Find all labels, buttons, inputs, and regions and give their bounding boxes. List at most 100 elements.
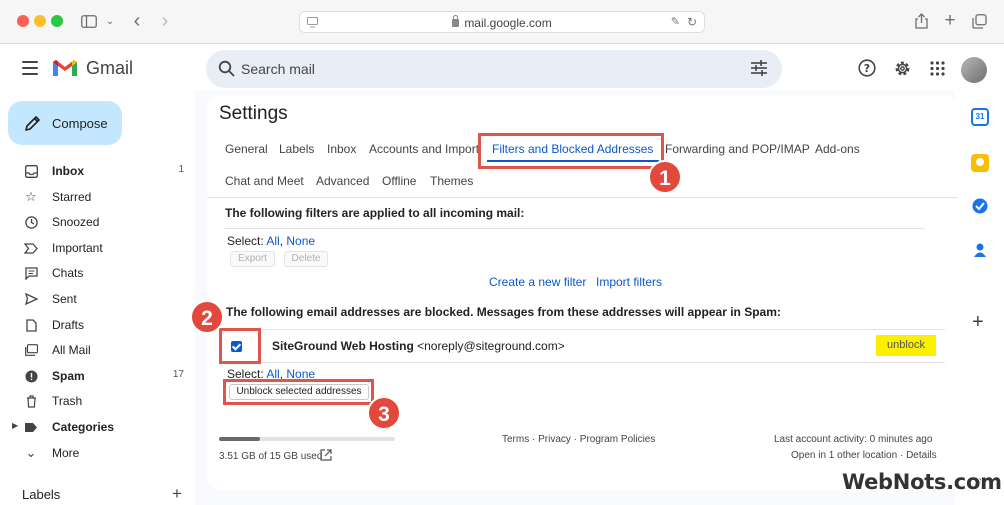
tab-offline[interactable]: Offline [382,174,416,188]
tab-general[interactable]: General [225,142,268,156]
select-none-link[interactable]: None [286,234,315,248]
close-window-button[interactable] [17,15,29,27]
storage-bar [219,437,395,441]
sidebar-item-drafts[interactable]: Drafts [0,314,200,336]
tab-advanced[interactable]: Advanced [316,174,369,188]
tab-accounts-and-import[interactable]: Accounts and Import [369,142,479,156]
page-title: Settings [219,103,288,124]
forward-icon[interactable]: › [154,10,176,32]
create-filter-link[interactable]: Create a new filter [489,275,586,289]
help-icon[interactable]: ? [857,58,877,78]
sidebar-item-important[interactable]: Important [0,237,200,259]
filters-divider [225,228,925,229]
sidebar-item-all-mail[interactable]: All Mail [0,339,200,361]
import-filters-link[interactable]: Import filters [596,275,662,289]
last-activity-text: Last account activity: 0 minutes ago [774,434,933,445]
export-button[interactable]: Export [230,251,275,267]
tabs-divider [207,197,958,198]
select-all-link[interactable]: All [266,234,279,248]
address-bar[interactable]: mail.google.com ✎ ↻ [299,11,705,33]
blocked-sender-name: SiteGround Web Hosting [272,339,414,353]
inbox-icon [24,164,38,178]
svg-text:?: ? [864,62,870,75]
draft-icon [24,318,38,332]
search-input[interactable]: Search mail [241,61,315,77]
sidebar-toggle-icon[interactable] [78,10,100,32]
sidebar-item-trash[interactable]: Trash [0,390,200,412]
translate-icon[interactable]: ✎ [671,15,680,28]
apps-grid-icon[interactable] [927,58,947,78]
account-avatar[interactable] [961,57,987,83]
tab-inbox[interactable]: Inbox [327,142,356,156]
sidebar-item-starred[interactable]: ☆ Starred [0,186,200,208]
gmail-logo-icon [53,60,77,76]
reload-icon[interactable]: ↻ [687,15,697,29]
chevron-down-icon[interactable]: ⌄ [99,10,121,32]
unblock-link[interactable]: unblock [876,335,936,356]
chat-icon [24,266,38,280]
annotation-badge-3: 3 [367,396,401,430]
sidebar-item-categories[interactable]: ▶ Categories [0,416,200,438]
sidebar-item-label: Categories [52,420,115,434]
sidebar-item-sent[interactable]: Sent [0,288,200,310]
search-options-icon[interactable] [750,59,768,77]
blocked-address-entry: SiteGround Web Hosting <noreply@sitegrou… [272,339,565,353]
app-name: Gmail [86,58,134,78]
compose-label: Compose [52,116,108,131]
settings-gear-icon[interactable] [892,58,912,78]
expand-arrow-icon[interactable]: ▶ [12,421,18,430]
tabs-overview-icon[interactable] [968,10,990,32]
compose-button[interactable]: Compose [8,101,122,145]
get-add-ons-icon[interactable]: + [972,311,984,334]
annotation-box-checkbox [219,328,261,364]
annotation-box-unblock-selected [223,379,374,405]
spam-icon [24,369,38,383]
calendar-icon[interactable]: 31 [971,108,989,126]
open-external-icon[interactable] [320,449,332,461]
tab-add-ons[interactable]: Add-ons [815,142,860,156]
tab-chat-and-meet[interactable]: Chat and Meet [225,174,304,188]
add-label-icon[interactable]: + [172,484,182,504]
tab-themes[interactable]: Themes [430,174,473,188]
storage-usage-text: 3.51 GB of 15 GB used [219,451,323,462]
sidebar-item-label: Drafts [52,318,85,332]
new-tab-icon[interactable]: + [939,10,961,32]
search-bar[interactable]: Search mail [206,50,782,88]
back-icon[interactable]: ‹ [126,10,148,32]
share-icon[interactable] [910,10,932,32]
annotation-badge-1: 1 [648,160,682,194]
open-location-details[interactable]: Open in 1 other location · Details [791,450,937,461]
filters-select-row: Select: All, None [227,234,316,248]
tasks-icon[interactable] [971,197,989,215]
watermark: WebNots.com [842,470,1002,494]
sidebar-item-inbox[interactable]: Inbox 1 [0,160,200,182]
sidebar-item-more[interactable]: ⌄ More [0,442,200,464]
minimize-window-button[interactable] [34,15,46,27]
sidebar-item-spam[interactable]: Spam 17 [0,365,200,387]
sidebar-item-snoozed[interactable]: Snoozed [0,211,200,233]
trash-icon [24,394,38,408]
unread-count: 17 [172,369,184,380]
lock-icon [452,15,460,27]
delete-button[interactable]: Delete [284,251,328,267]
sidebar-item-label: All Mail [52,343,91,357]
footer-links[interactable]: Terms · Privacy · Program Policies [502,434,655,445]
tab-forwarding-and-pop-imap[interactable]: Forwarding and POP/IMAP [665,142,810,156]
annotation-box-filters-tab [478,133,664,169]
sidebar-item-label: Inbox [52,164,84,178]
label-icon [24,420,38,434]
send-icon [24,292,38,306]
contacts-icon[interactable] [971,241,989,259]
url-text: mail.google.com [464,16,552,30]
important-icon [24,241,38,255]
unread-count: 1 [178,164,184,175]
sidebar-item-chats[interactable]: Chats [0,262,200,284]
zoom-window-button[interactable] [51,15,63,27]
blocked-sender-email: <noreply@siteground.com> [417,339,565,353]
search-icon[interactable] [218,60,235,77]
blocked-heading: The following email addresses are blocke… [226,305,781,319]
all-mail-icon [24,343,38,357]
tab-labels[interactable]: Labels [279,142,314,156]
keep-icon[interactable] [971,154,989,172]
main-menu-button[interactable] [22,61,38,75]
